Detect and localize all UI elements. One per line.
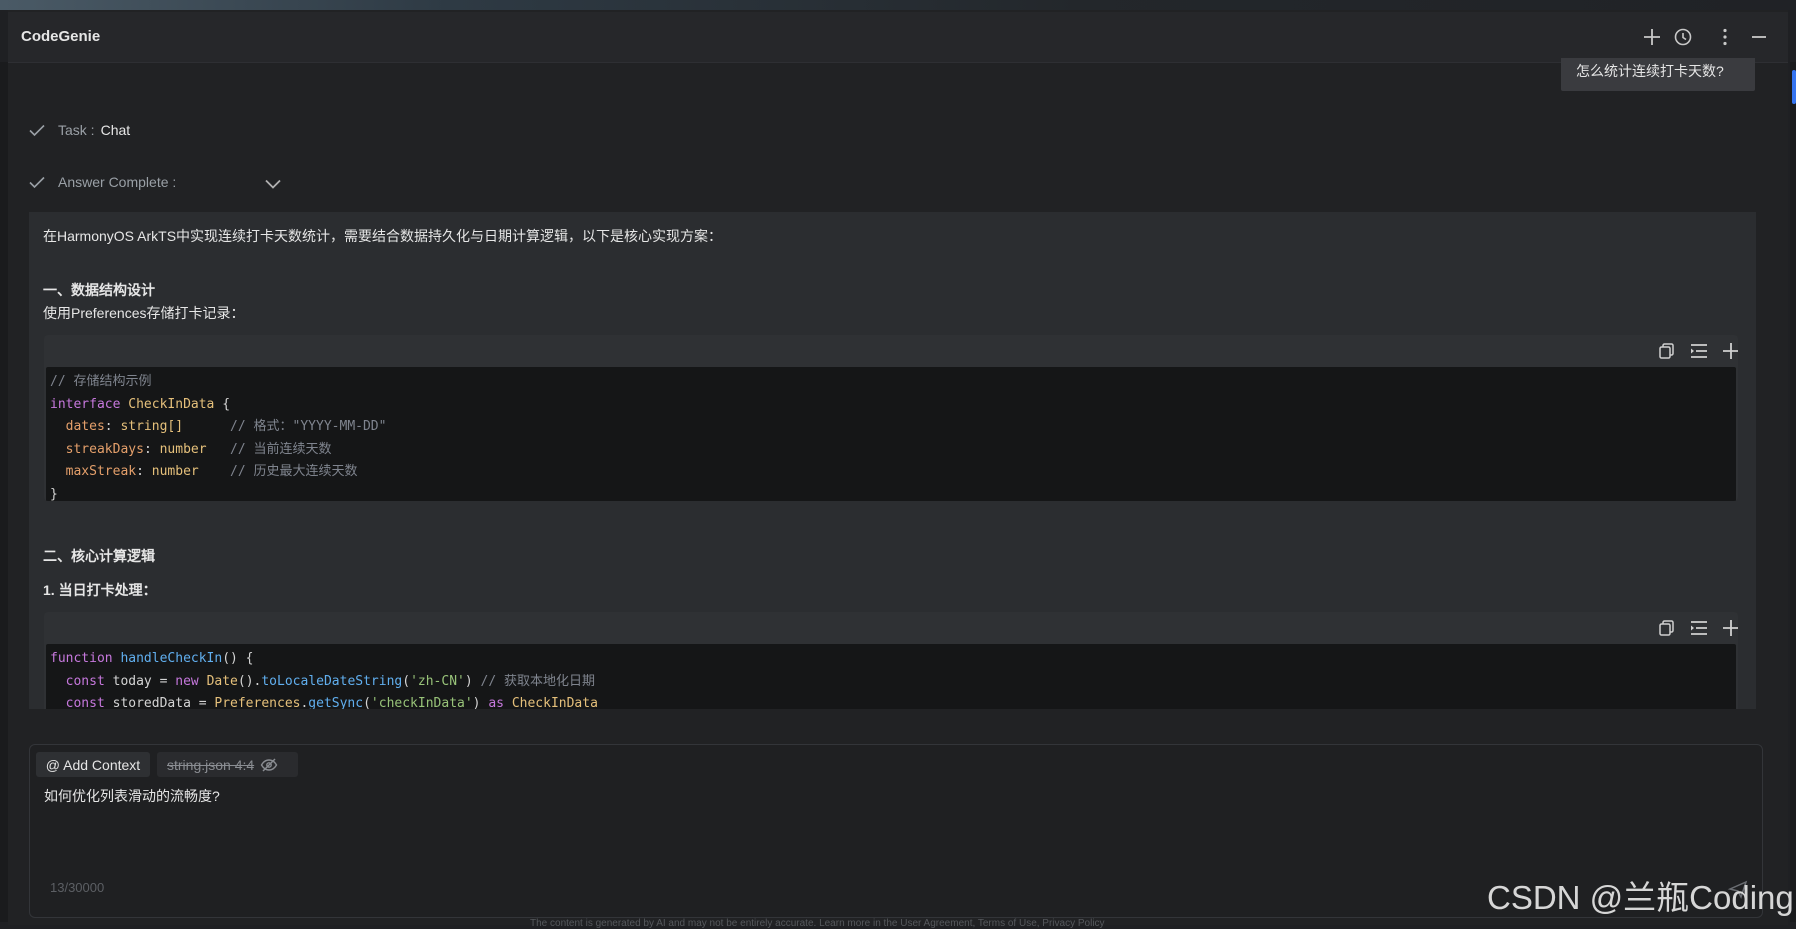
user-message-bubble: 怎么统计连续打卡天数? [1561,58,1755,91]
code-body: // 存储结构示例 interface CheckInData { dates:… [46,367,1736,501]
right-indicator [1792,70,1796,104]
add-icon[interactable] [1721,618,1738,638]
insert-icon[interactable] [1689,618,1709,638]
code-line: const storedData = Preferences.getSync('… [65,696,598,709]
section-heading: 一、数据结构设计 [43,282,155,298]
more-vertical-icon[interactable] [1714,26,1736,48]
eye-off-icon[interactable] [260,756,278,774]
code-line: maxStreak: number // 历史最大连续天数 [65,464,358,479]
answer-content: 在HarmonyOS ArkTS中实现连续打卡天数统计，需要结合数据持久化与日期… [29,212,1756,709]
ai-disclaimer: The content is generated by AI and may n… [530,918,1105,929]
task-status: Task : Chat [28,121,130,139]
history-icon[interactable] [1672,26,1694,48]
plus-icon[interactable] [1641,26,1663,48]
left-gutter [0,62,8,922]
check-icon [29,176,45,189]
right-scrollbar-track[interactable] [1790,62,1796,922]
code-line: interface CheckInData { [50,396,231,412]
answer-complete-label: Answer Complete : [58,174,177,190]
copy-icon[interactable] [1657,341,1677,361]
app-title: CodeGenie [21,28,101,45]
minimize-icon[interactable] [1748,26,1770,48]
add-icon[interactable] [1721,341,1738,361]
copy-icon[interactable] [1657,618,1677,638]
code-line: function handleCheckIn() { [50,651,254,666]
check-icon [29,124,45,137]
code-line: } [50,486,58,502]
code-line: const today = new Date().toLocaleDateStr… [65,673,596,689]
code-line: streakDays: number // 当前连续天数 [65,441,332,457]
task-label: Task : [58,122,95,138]
code-line: dates: string[] // 格式："YYYY-MM-DD" [65,419,387,434]
chat-input-text[interactable]: 如何优化列表滑动的流畅度? [44,786,220,806]
answer-intro: 在HarmonyOS ArkTS中实现连续打卡天数统计，需要结合数据持久化与日期… [43,228,723,244]
context-file-chip[interactable]: string.json 4:4 [157,752,298,777]
code-line: // 存储结构示例 [50,374,152,389]
section-heading: 二、核心计算逻辑 [43,548,155,564]
section-description: 使用Preferences存储打卡记录： [43,305,245,321]
task-value: Chat [100,122,131,138]
panel-header [8,12,1788,63]
code-body: function handleCheckIn() { const today =… [46,644,1736,709]
subsection-heading: 1. 当日打卡处理： [43,582,157,598]
char-counter: 13/30000 [50,880,105,895]
add-context-button[interactable]: @ Add Context [36,752,150,777]
answer-status: Answer Complete : [28,173,176,191]
code-block: function handleCheckIn() { const today =… [44,612,1738,709]
insert-icon[interactable] [1689,341,1709,361]
code-block: // 存储结构示例 interface CheckInData { dates:… [44,335,1738,501]
watermark: CSDN @兰瓶Coding [1487,879,1794,916]
context-file-name: string.json 4:4 [167,756,255,773]
code-toolbar [44,612,1738,644]
code-toolbar [44,335,1738,367]
chevron-down-icon[interactable] [263,174,283,194]
window-top-strip [0,0,1796,10]
